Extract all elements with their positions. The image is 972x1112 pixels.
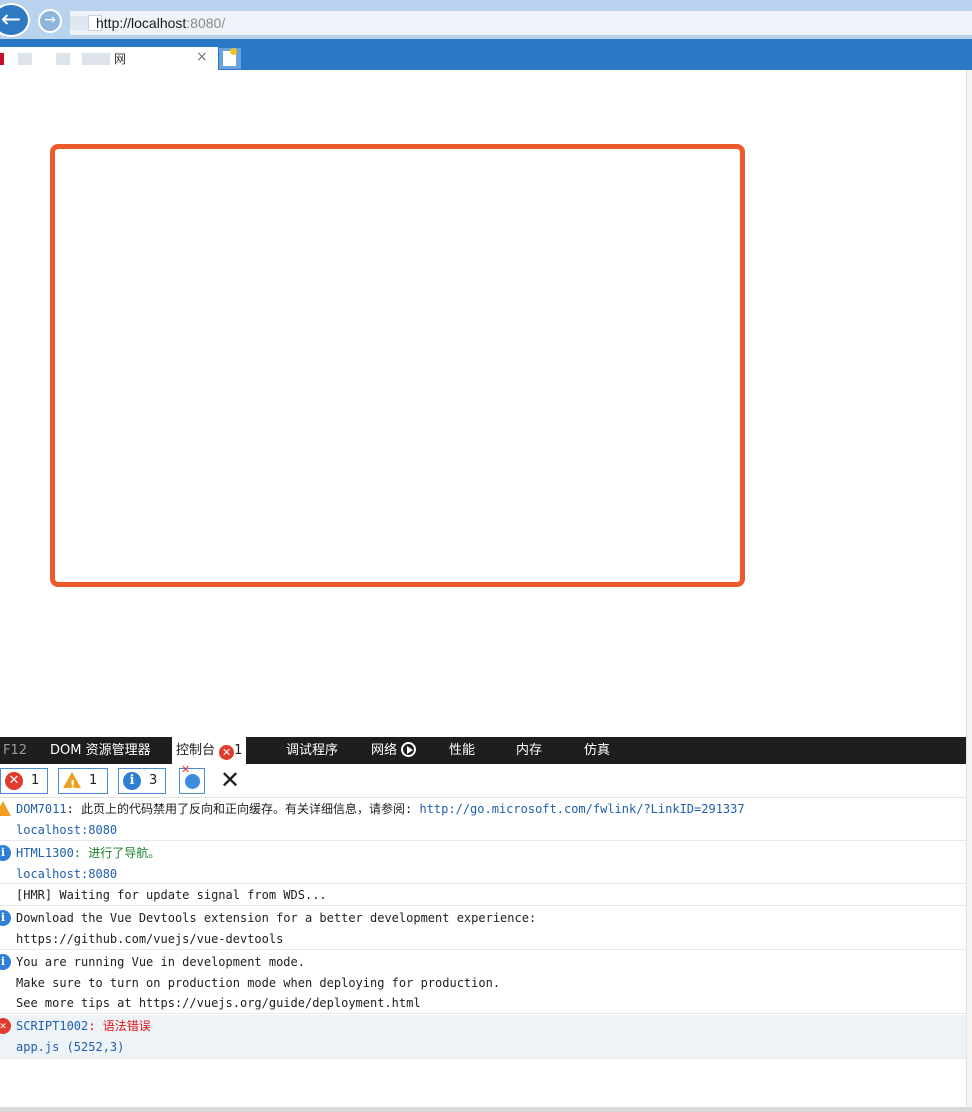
console-message-warning[interactable]: DOM7011: 此页上的代码禁用了反向和正向缓存。有关详细信息，请参阅: ht… bbox=[0, 798, 966, 841]
message-code: DOM7011 bbox=[16, 802, 67, 816]
address-bar: ← → http://localhost:8080/ bbox=[0, 0, 972, 39]
tab-network-label: 网络 bbox=[371, 743, 398, 758]
message-text: Make sure to turn on production mode whe… bbox=[16, 976, 501, 990]
console-error-count: 1 bbox=[234, 743, 243, 758]
message-text: You are running Vue in development mode. bbox=[16, 955, 305, 969]
tab-favicon-icon bbox=[0, 53, 4, 65]
clear-x-icon: ✕ bbox=[181, 763, 191, 776]
record-play-icon bbox=[401, 742, 417, 757]
message-text: See more tips at https://vuejs.org/guide… bbox=[16, 996, 421, 1010]
tab-title: 网 bbox=[114, 52, 127, 66]
new-tab-star-icon bbox=[230, 48, 237, 55]
tab-title-redacted bbox=[56, 53, 70, 65]
console-filter-bar: ✕ 1 ! 1 i 3 ✕ ✕ bbox=[0, 763, 966, 798]
console-output: DOM7011: 此页上的代码禁用了反向和正向缓存。有关详细信息，请参阅: ht… bbox=[0, 798, 966, 1108]
filter-warnings-button[interactable]: ! 1 bbox=[58, 768, 108, 794]
message-text: SCRIPT1002: 语法错误 bbox=[16, 1016, 151, 1037]
url-input[interactable]: http://localhost:8080/ bbox=[70, 11, 972, 35]
message-text: HTML1300: 进行了导航。 bbox=[16, 843, 160, 864]
clear-console-icon[interactable]: ✕ bbox=[220, 767, 240, 793]
devtools-tab-bar: F12 DOM 资源管理器 控制台 ✕ 1 调试程序 网络 性能 内存 仿真 bbox=[0, 737, 966, 764]
tab-network[interactable]: 网络 bbox=[371, 737, 417, 764]
url-text: http://localhost:8080/ bbox=[96, 15, 226, 31]
tab-memory[interactable]: 内存 bbox=[516, 737, 542, 764]
window-bottom-border bbox=[0, 1107, 972, 1112]
message-text: https://github.com/vuejs/vue-devtools bbox=[16, 932, 284, 946]
back-button[interactable]: ← bbox=[0, 3, 30, 37]
filter-info-button[interactable]: i 3 bbox=[118, 768, 166, 794]
info-icon: i bbox=[0, 845, 11, 861]
error-icon: ✕ bbox=[0, 1018, 11, 1034]
message-body: : 此页上的代码禁用了反向和正向缓存。有关详细信息，请参阅: bbox=[66, 802, 420, 816]
error-icon: ✕ bbox=[5, 772, 23, 790]
forward-arrow-icon: → bbox=[44, 12, 56, 28]
message-body: : 进行了导航。 bbox=[73, 846, 161, 860]
message-code: HTML1300 bbox=[16, 846, 74, 860]
tab-title-redacted bbox=[82, 53, 110, 65]
tab-bar: 网 × bbox=[0, 39, 972, 70]
message-source[interactable]: localhost:8080 bbox=[16, 820, 117, 841]
message-text: Download the Vue Devtools extension for … bbox=[16, 911, 537, 925]
console-message-error[interactable]: ✕ SCRIPT1002: 语法错误 app.js (5252,3) bbox=[0, 1015, 966, 1059]
new-tab-button[interactable] bbox=[219, 48, 241, 69]
clear-navigate-icon bbox=[185, 774, 200, 789]
message-source[interactable]: localhost:8080 bbox=[16, 864, 117, 885]
tab-emulation[interactable]: 仿真 bbox=[584, 737, 610, 764]
filter-errors-button[interactable]: ✕ 1 bbox=[0, 768, 48, 794]
info-icon: i bbox=[0, 954, 11, 970]
tab-debugger[interactable]: 调试程序 bbox=[286, 737, 338, 764]
console-message-info[interactable]: i HTML1300: 进行了导航。 localhost:8080 bbox=[0, 842, 966, 884]
scrollbar[interactable] bbox=[966, 70, 972, 1112]
tab-console-label: 控制台 bbox=[176, 743, 216, 758]
browser-tab[interactable]: 网 × bbox=[0, 47, 218, 70]
warning-icon bbox=[0, 801, 11, 816]
message-source[interactable]: app.js (5252,3) bbox=[16, 1037, 124, 1058]
console-message-log[interactable]: [HMR] Waiting for update signal from WDS… bbox=[0, 885, 966, 906]
console-message-info[interactable]: i You are running Vue in development mod… bbox=[0, 951, 966, 1014]
error-badge-icon: ✕ bbox=[219, 745, 235, 760]
forward-button[interactable]: → bbox=[38, 9, 62, 33]
info-icon: i bbox=[123, 772, 141, 790]
message-text: [HMR] Waiting for update signal from WDS… bbox=[16, 888, 327, 902]
devtools-f12-label: F12 bbox=[3, 743, 28, 758]
console-message-info[interactable]: i Download the Vue Devtools extension fo… bbox=[0, 907, 966, 950]
info-icon: i bbox=[0, 910, 11, 926]
message-body: : 语法错误 bbox=[88, 1019, 151, 1033]
help-link[interactable]: http://go.microsoft.com/fwlink/?LinkID=2… bbox=[419, 802, 744, 816]
tab-dom-explorer[interactable]: DOM 资源管理器 bbox=[50, 737, 151, 764]
warning-count: 1 bbox=[89, 773, 98, 788]
warning-mark: ! bbox=[70, 778, 76, 792]
clear-on-navigate-button[interactable]: ✕ bbox=[179, 763, 205, 794]
message-code: SCRIPT1002 bbox=[16, 1019, 89, 1033]
tab-close-icon[interactable]: × bbox=[196, 49, 208, 65]
info-count: 3 bbox=[149, 773, 158, 788]
tab-performance[interactable]: 性能 bbox=[449, 737, 475, 764]
message-text: DOM7011: 此页上的代码禁用了反向和正向缓存。有关详细信息，请参阅: ht… bbox=[16, 799, 745, 820]
highlight-box bbox=[50, 144, 745, 587]
back-arrow-icon: ← bbox=[0, 5, 22, 33]
tab-console[interactable]: 控制台 ✕ 1 bbox=[172, 737, 247, 764]
tab-title-redacted bbox=[18, 53, 32, 65]
error-count: 1 bbox=[31, 773, 40, 788]
